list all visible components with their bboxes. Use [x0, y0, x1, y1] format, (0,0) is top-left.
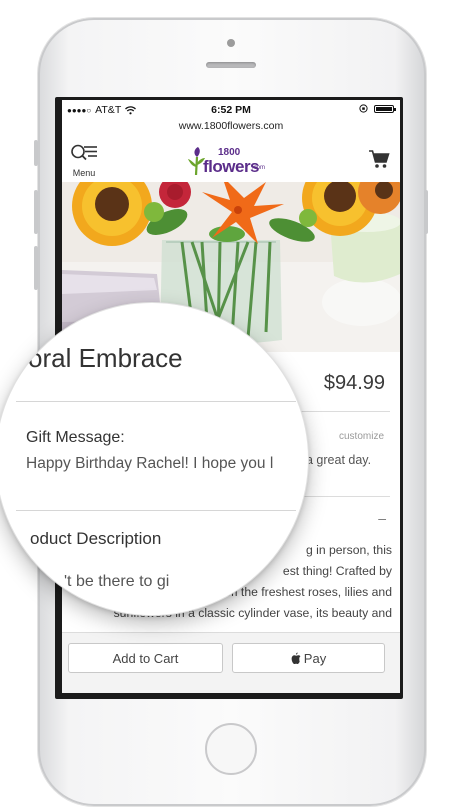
magnified-divider: [16, 510, 296, 511]
power-button: [424, 190, 428, 234]
logo-suffix: .com: [252, 165, 266, 171]
gift-message-text[interactable]: Happy Birthday Rachel! I hope you l: [26, 455, 294, 473]
menu-label: Menu: [72, 168, 96, 178]
menu-button[interactable]: Menu: [69, 144, 99, 178]
earpiece-speaker: [206, 62, 256, 68]
status-bar: ●●●●○ AT&T 6:52 PM: [62, 100, 400, 120]
cart-icon: [369, 150, 390, 168]
front-camera: [227, 39, 235, 47]
cart-button[interactable]: [368, 148, 390, 175]
apple-logo-icon: [291, 652, 301, 664]
product-price: $94.99: [323, 372, 385, 394]
address-bar[interactable]: www.1800flowers.com: [62, 120, 400, 132]
collapse-icon[interactable]: –: [378, 510, 386, 526]
add-to-cart-button[interactable]: Add to Cart: [68, 643, 223, 673]
product-description-heading[interactable]: oduct Description: [30, 529, 161, 549]
footer-actions: Add to Cart Pay: [62, 632, 400, 693]
battery-icon: [374, 104, 396, 113]
magnifier-callout: oral Embrace Gift Message: Happy Birthda…: [0, 303, 308, 615]
brand-logo[interactable]: 1800 flowers .com: [188, 143, 268, 179]
product-title: oral Embrace: [28, 343, 183, 373]
customize-link[interactable]: customize: [339, 431, 384, 442]
magnified-divider: [16, 401, 296, 402]
mute-switch: [34, 140, 38, 166]
site-header: Menu 1800 flowers .com: [62, 138, 400, 183]
logo-wordmark: flowers: [203, 157, 260, 176]
gift-message-label: Gift Message:: [26, 429, 125, 446]
search-menu-icon: [71, 144, 97, 161]
magnified-description-fragment: 't be there to gi: [64, 573, 170, 590]
apple-pay-button[interactable]: Pay: [232, 643, 385, 673]
volume-up-button: [34, 190, 38, 234]
gift-message-tail: a great day.: [306, 453, 372, 467]
orientation-lock-icon: [359, 104, 368, 113]
clock: 6:52 PM: [211, 104, 251, 116]
volume-down-button: [34, 246, 38, 290]
home-button[interactable]: [205, 723, 257, 775]
apple-pay-label: Pay: [303, 650, 327, 666]
